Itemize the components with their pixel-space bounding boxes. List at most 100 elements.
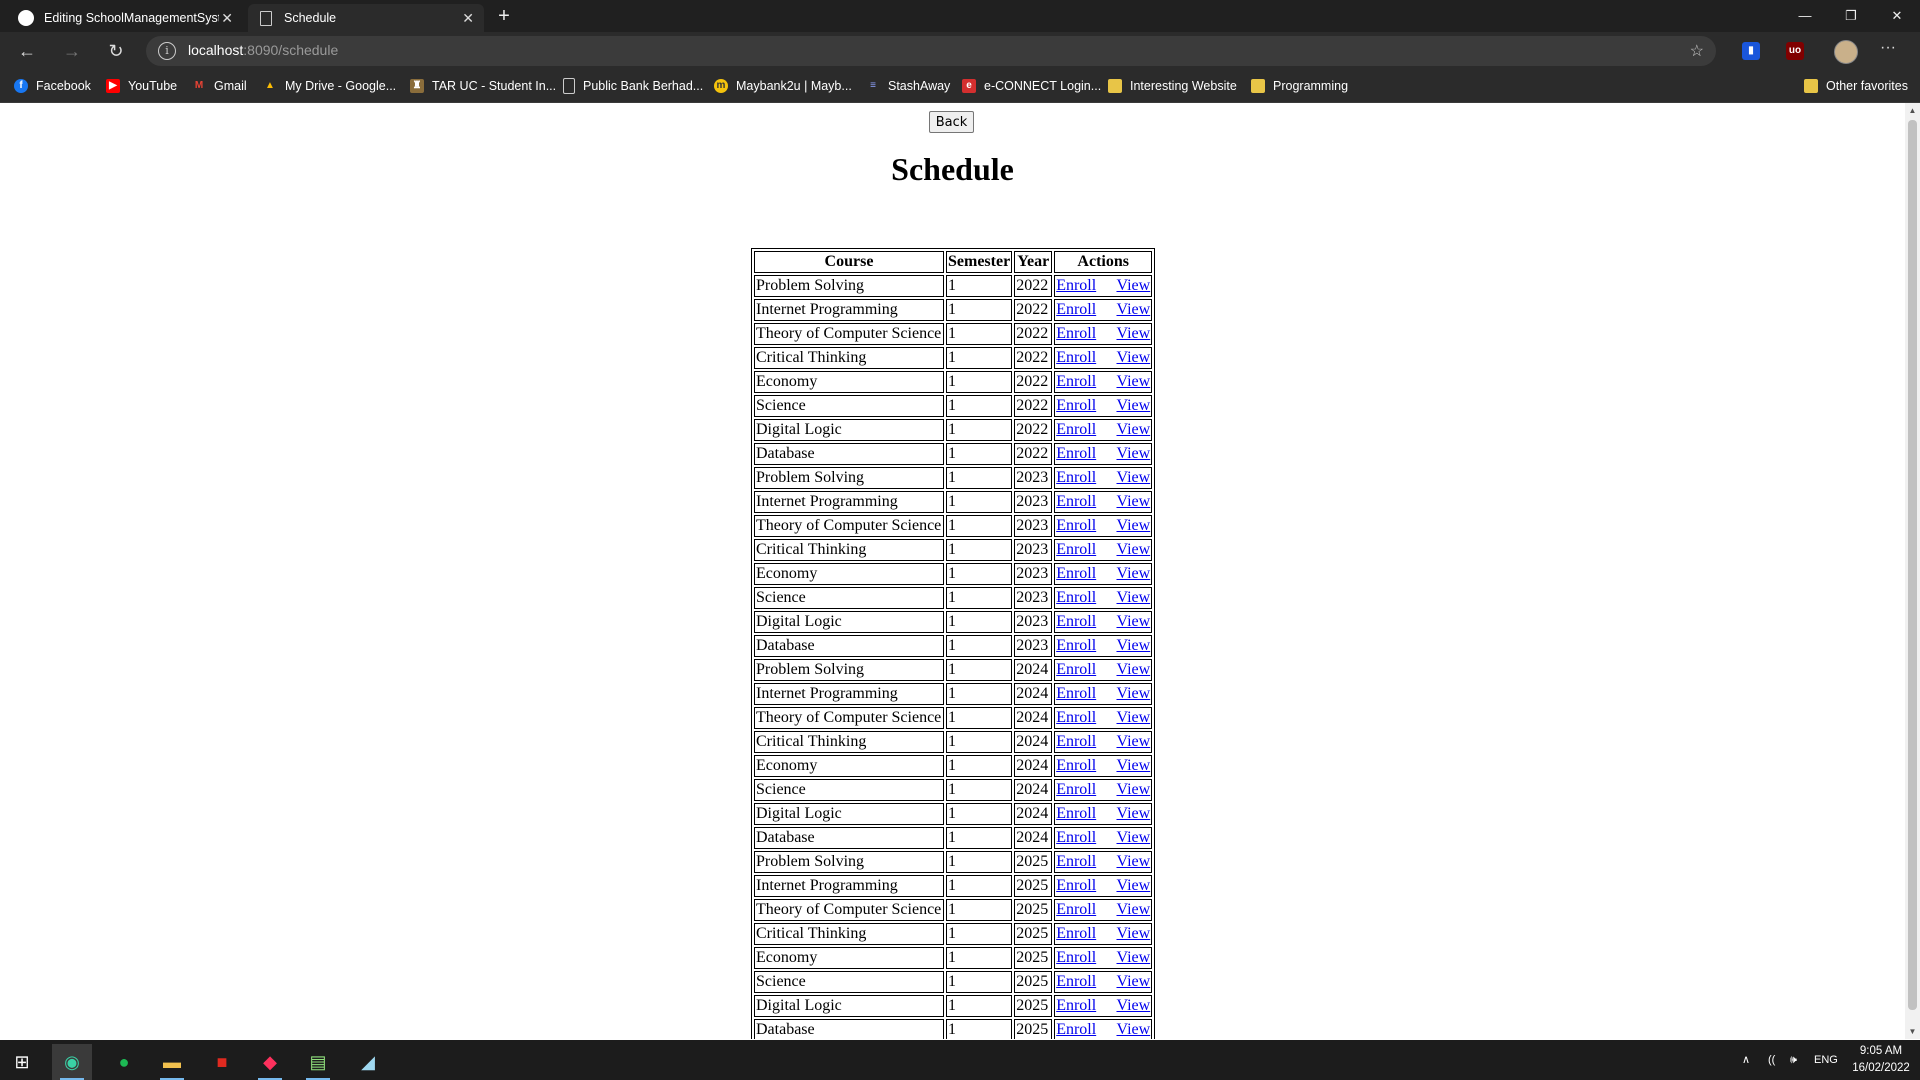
view-link[interactable]: View <box>1116 276 1150 296</box>
enroll-link[interactable]: Enroll <box>1056 972 1096 992</box>
bookmark-e-connect[interactable]: e e-CONNECT Login... <box>962 76 1101 96</box>
bookmark-stashaway[interactable]: ≡ StashAway <box>866 76 950 96</box>
view-link[interactable]: View <box>1116 900 1150 920</box>
language-indicator[interactable]: ENG <box>1814 1040 1838 1080</box>
view-link[interactable]: View <box>1116 324 1150 344</box>
enroll-link[interactable]: Enroll <box>1056 348 1096 368</box>
enroll-link[interactable]: Enroll <box>1056 492 1096 512</box>
add-favorite-icon[interactable]: ☆ <box>1690 41 1704 61</box>
enroll-link[interactable]: Enroll <box>1056 372 1096 392</box>
notepad-icon[interactable]: ◢ <box>348 1044 388 1080</box>
view-link[interactable]: View <box>1116 684 1150 704</box>
view-link[interactable]: View <box>1116 348 1150 368</box>
enroll-link[interactable]: Enroll <box>1056 1020 1096 1039</box>
view-link[interactable]: View <box>1116 828 1150 848</box>
view-link[interactable]: View <box>1116 708 1150 728</box>
scroll-thumb[interactable] <box>1908 120 1917 1010</box>
enroll-link[interactable]: Enroll <box>1056 900 1096 920</box>
bookmark-gmail[interactable]: M Gmail <box>192 76 247 96</box>
enroll-link[interactable]: Enroll <box>1056 396 1096 416</box>
refresh-icon[interactable]: ↻ <box>104 39 128 63</box>
view-link[interactable]: View <box>1116 924 1150 944</box>
system-clock[interactable]: 9:05 AM 16/02/2022 <box>1846 1043 1916 1077</box>
avatar[interactable] <box>1834 40 1858 64</box>
back-arrow-icon[interactable]: ← <box>15 39 39 63</box>
bookmark-folder-other-favorites[interactable]: Other favorites <box>1804 76 1908 96</box>
enroll-link[interactable]: Enroll <box>1056 732 1096 752</box>
view-link[interactable]: View <box>1116 732 1150 752</box>
view-link[interactable]: View <box>1116 804 1150 824</box>
view-link[interactable]: View <box>1116 612 1150 632</box>
enroll-link[interactable]: Enroll <box>1056 540 1096 560</box>
view-link[interactable]: View <box>1116 372 1150 392</box>
enroll-link[interactable]: Enroll <box>1056 756 1096 776</box>
view-link[interactable]: View <box>1116 564 1150 584</box>
close-window-icon[interactable]: ✕ <box>1874 0 1920 32</box>
tab-schedule[interactable]: Schedule ✕ <box>248 4 484 32</box>
view-link[interactable]: View <box>1116 780 1150 800</box>
spotify-icon[interactable]: ● <box>104 1044 144 1080</box>
enroll-link[interactable]: Enroll <box>1056 468 1096 488</box>
bookmark-youtube[interactable]: ▶ YouTube <box>106 76 177 96</box>
enroll-link[interactable]: Enroll <box>1056 684 1096 704</box>
notepad-plus-icon[interactable]: ▤ <box>298 1044 338 1080</box>
bookmark-tar-uc[interactable]: ♜ TAR UC - Student In... <box>410 76 556 96</box>
intellij-icon[interactable]: ◆ <box>250 1044 290 1080</box>
acrobat-icon[interactable]: ■ <box>202 1044 242 1080</box>
bookmark-maybank2u[interactable]: m Maybank2u | Mayb... <box>714 76 852 96</box>
enroll-link[interactable]: Enroll <box>1056 564 1096 584</box>
new-tab-button[interactable]: + <box>492 4 516 28</box>
forward-arrow-icon[interactable]: → <box>60 39 84 63</box>
enroll-link[interactable]: Enroll <box>1056 708 1096 728</box>
enroll-link[interactable]: Enroll <box>1056 804 1096 824</box>
view-link[interactable]: View <box>1116 660 1150 680</box>
view-link[interactable]: View <box>1116 468 1150 488</box>
view-link[interactable]: View <box>1116 444 1150 464</box>
view-link[interactable]: View <box>1116 396 1150 416</box>
view-link[interactable]: View <box>1116 420 1150 440</box>
enroll-link[interactable]: Enroll <box>1056 780 1096 800</box>
enroll-link[interactable]: Enroll <box>1056 636 1096 656</box>
close-icon[interactable]: ✕ <box>462 10 474 27</box>
scroll-down-icon[interactable]: ▼ <box>1905 1024 1920 1039</box>
view-link[interactable]: View <box>1116 300 1150 320</box>
bookmark-folder-programming[interactable]: Programming <box>1251 76 1348 96</box>
back-button[interactable]: Back <box>929 111 974 133</box>
enroll-link[interactable]: Enroll <box>1056 876 1096 896</box>
bookmark-my-drive[interactable]: ▲ My Drive - Google... <box>263 76 396 96</box>
view-link[interactable]: View <box>1116 516 1150 536</box>
enroll-link[interactable]: Enroll <box>1056 612 1096 632</box>
network-icon[interactable]: (( <box>1768 1040 1775 1080</box>
enroll-link[interactable]: Enroll <box>1056 300 1096 320</box>
site-info-icon[interactable]: i <box>158 42 176 60</box>
view-link[interactable]: View <box>1116 876 1150 896</box>
enroll-link[interactable]: Enroll <box>1056 276 1096 296</box>
view-link[interactable]: View <box>1116 492 1150 512</box>
scroll-up-icon[interactable]: ▲ <box>1905 103 1920 118</box>
enroll-link[interactable]: Enroll <box>1056 324 1096 344</box>
view-link[interactable]: View <box>1116 1020 1150 1039</box>
ublock-icon[interactable]: uo <box>1786 42 1804 60</box>
page-scrollbar[interactable]: ▲ ▼ <box>1905 103 1920 1039</box>
view-link[interactable]: View <box>1116 852 1150 872</box>
edge-icon[interactable]: ◉ <box>52 1044 92 1080</box>
view-link[interactable]: View <box>1116 588 1150 608</box>
view-link[interactable]: View <box>1116 756 1150 776</box>
enroll-link[interactable]: Enroll <box>1056 516 1096 536</box>
enroll-link[interactable]: Enroll <box>1056 588 1096 608</box>
enroll-link[interactable]: Enroll <box>1056 828 1096 848</box>
enroll-link[interactable]: Enroll <box>1056 948 1096 968</box>
address-bar[interactable]: i localhost:8090/schedule ☆ <box>146 36 1716 66</box>
view-link[interactable]: View <box>1116 948 1150 968</box>
view-link[interactable]: View <box>1116 636 1150 656</box>
minimize-icon[interactable]: — <box>1782 0 1828 32</box>
enroll-link[interactable]: Enroll <box>1056 852 1096 872</box>
enroll-link[interactable]: Enroll <box>1056 996 1096 1016</box>
view-link[interactable]: View <box>1116 540 1150 560</box>
view-link[interactable]: View <box>1116 972 1150 992</box>
more-options-icon[interactable]: ··· <box>1880 39 1896 57</box>
extension-icon[interactable]: ▮ <box>1742 42 1760 60</box>
enroll-link[interactable]: Enroll <box>1056 660 1096 680</box>
show-hidden-icons[interactable]: ∧ <box>1742 1040 1750 1080</box>
volume-icon[interactable]: 🕪 <box>1790 1040 1797 1080</box>
